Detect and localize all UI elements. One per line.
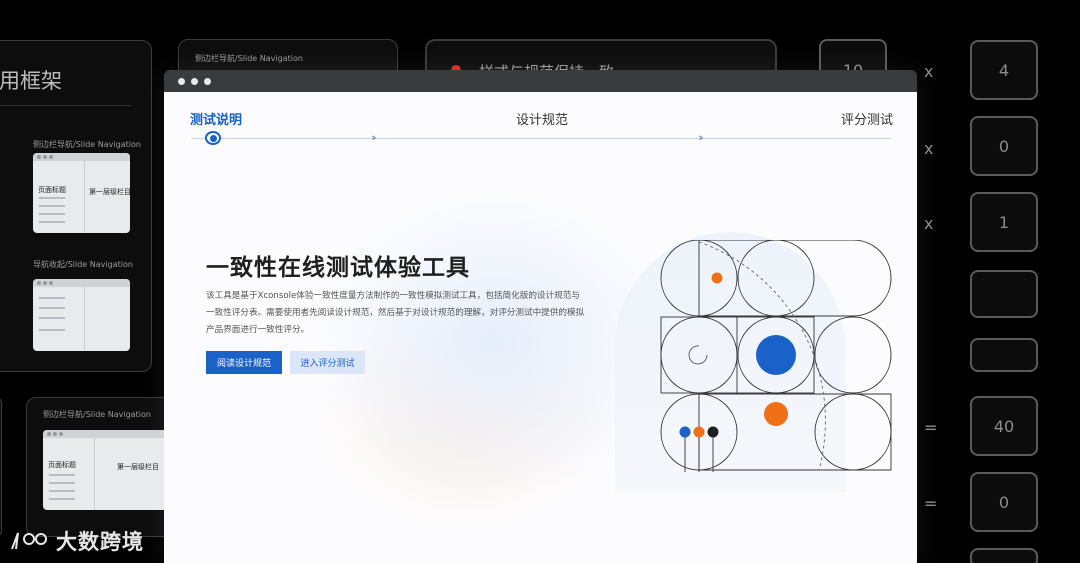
bg-caption: 侧边栏导航/Slide Navigation	[33, 140, 141, 149]
window-titlebar	[164, 70, 917, 92]
app-window: 测试说明 设计规范 评分测试 ›› ›› 一致性在线测试体验工具 该工具是基于X…	[164, 70, 917, 563]
chevron-right-icon: ››	[698, 131, 704, 144]
step-tab-score-test[interactable]: 评分测试	[841, 109, 893, 128]
bg-divider	[0, 105, 131, 106]
orange-dot-icon	[693, 426, 705, 438]
calc-value-box	[970, 270, 1038, 318]
multiply-sign: x	[924, 214, 934, 233]
bg-caption: 导航收起/Slide Navigation	[33, 260, 133, 269]
blue-dot-icon	[679, 426, 691, 438]
calc-value-box: 40	[970, 396, 1038, 456]
bg-mini-label: 页面标题	[38, 186, 66, 194]
page-content: 测试说明 设计规范 评分测试 ›› ›› 一致性在线测试体验工具 该工具是基于X…	[164, 92, 917, 563]
calc-value-box	[970, 338, 1038, 372]
equals-sign: =	[924, 418, 938, 437]
progress-track	[191, 138, 891, 139]
calc-value-box: 0	[970, 116, 1038, 176]
bg-frame-title: 用框架	[0, 69, 62, 93]
bg-card-frame: 用框架 侧边栏导航/Slide Navigation 页面标题 第一层级栏目 导…	[0, 40, 152, 372]
multiply-sign: x	[924, 62, 934, 81]
calc-value-box	[970, 548, 1038, 563]
orange-dot-icon	[711, 272, 723, 284]
brand-watermark: 大数跨境	[10, 526, 144, 556]
bg-mini-heading: 第一层级栏目	[117, 463, 159, 471]
chevron-right-icon: ››	[371, 131, 377, 144]
brand-logo-icon	[11, 532, 47, 550]
bg-mini-label: 页面标题	[48, 461, 76, 469]
read-design-spec-button[interactable]: 阅读设计规范	[206, 351, 282, 374]
geometric-illustration	[660, 240, 892, 472]
step-tab-instructions[interactable]: 测试说明	[190, 109, 242, 128]
progress-current-marker	[205, 131, 221, 145]
step-tab-design-spec[interactable]: 设计规范	[516, 109, 568, 128]
page-title: 一致性在线测试体验工具	[206, 255, 470, 281]
window-dot-icon[interactable]	[191, 77, 198, 85]
calc-value-box: 4	[970, 40, 1038, 100]
bg-caption: 侧边栏导航/Slide Navigation	[195, 54, 303, 63]
bg-mini-heading: 第一层级栏目	[89, 188, 130, 196]
black-dot-icon	[707, 426, 719, 438]
calc-value-box: 0	[970, 472, 1038, 532]
orange-dot-icon	[764, 402, 788, 426]
equals-sign: =	[924, 494, 938, 513]
bg-caption: 侧边栏导航/Slide Navigation	[43, 410, 151, 419]
calc-value-box: 1	[970, 192, 1038, 252]
multiply-sign: x	[924, 139, 934, 158]
bg-mini-screen: 页面标题 第一层级栏目	[33, 153, 130, 233]
bg-card-edge	[0, 397, 2, 537]
enter-score-test-button[interactable]: 进入评分测试	[290, 351, 365, 374]
page-description: 该工具是基于Xconsole体验一致性度量方法制作的一致性模拟测试工具，包括简化…	[206, 291, 585, 335]
blue-dot-icon	[756, 335, 796, 375]
window-dot-icon[interactable]	[178, 77, 185, 85]
brand-name: 大数跨境	[56, 530, 144, 554]
bg-mini-screen	[33, 279, 130, 351]
window-dot-icon[interactable]	[204, 77, 211, 85]
